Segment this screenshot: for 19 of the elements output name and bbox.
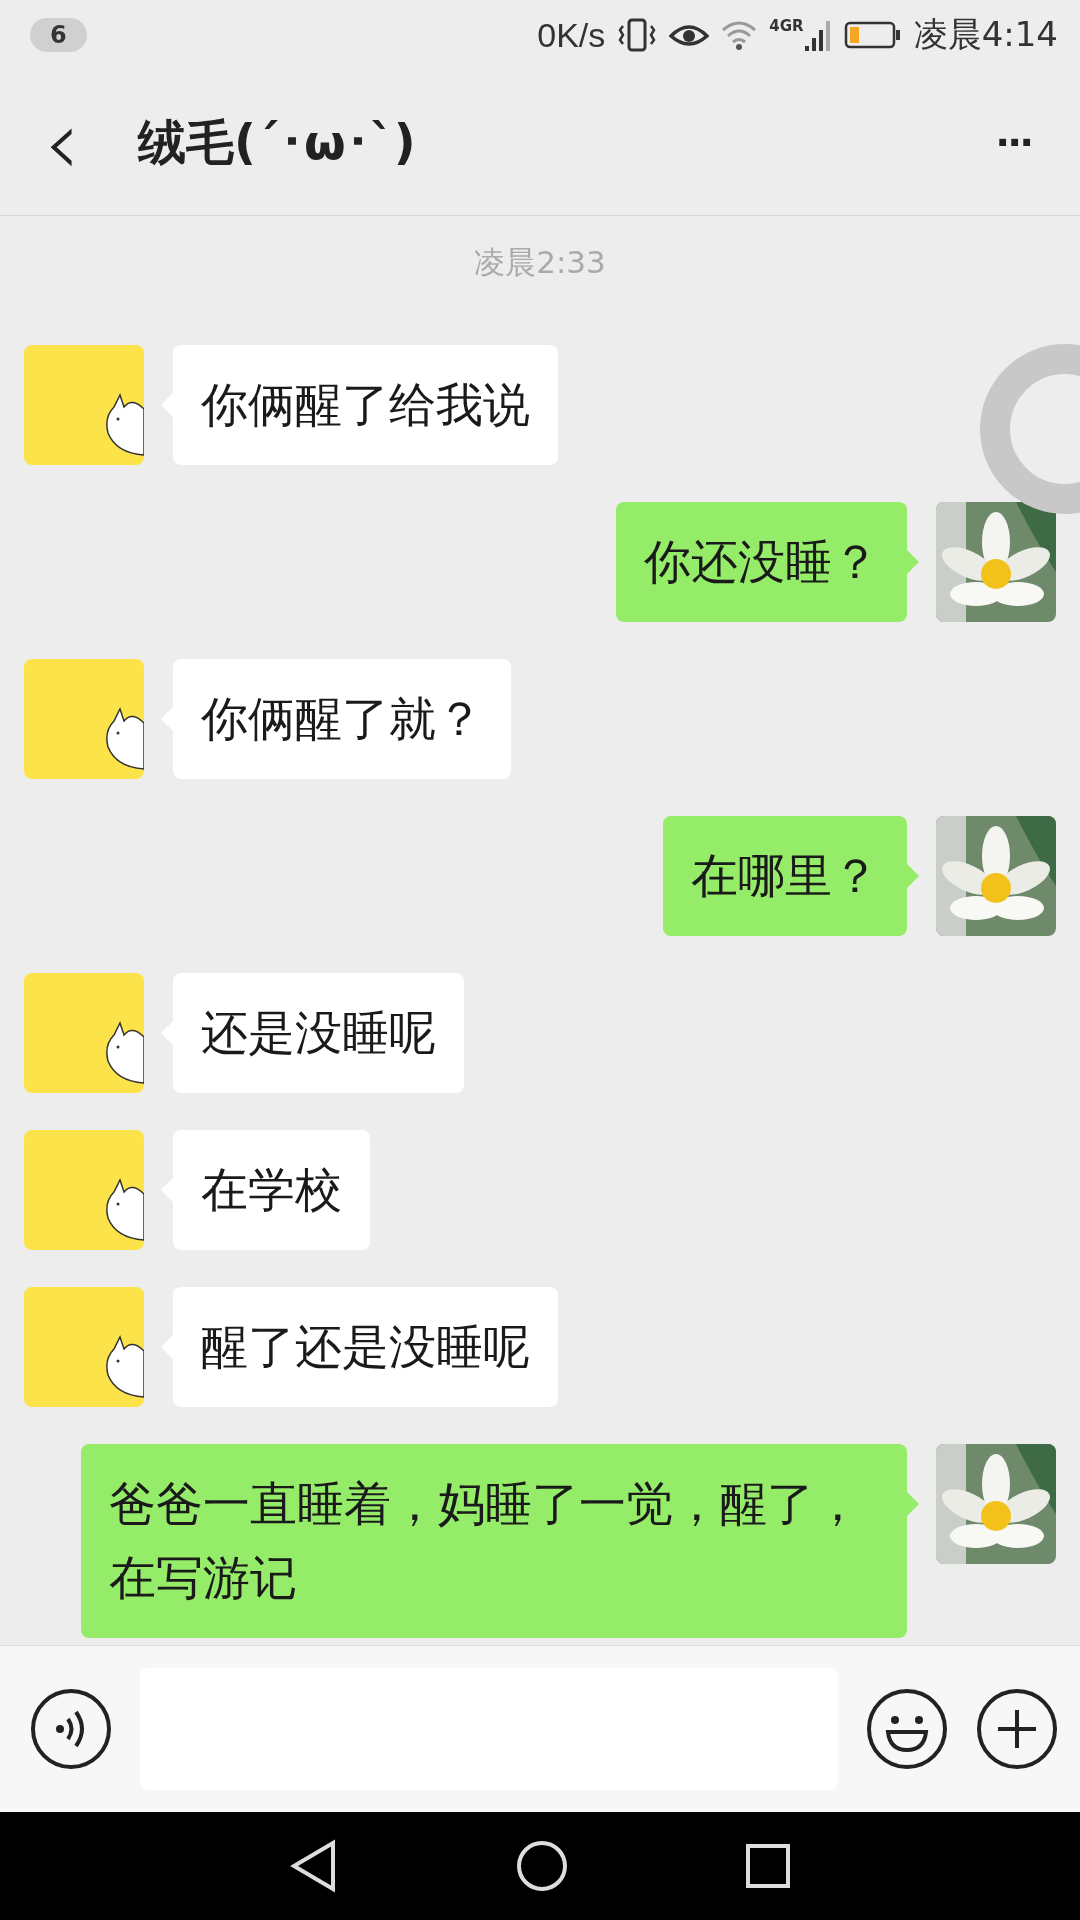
ring-icon [978, 343, 1080, 515]
notification-badge: 6 [30, 18, 87, 52]
network-label: 4G [769, 18, 793, 34]
signal-icon [803, 18, 832, 52]
back-button[interactable]: ‹ [34, 97, 90, 188]
vibrate-icon [617, 18, 658, 52]
clock: 凌晨4:14 [913, 13, 1058, 56]
net-speed: 0K/s [537, 15, 606, 55]
add-button[interactable] [976, 1688, 1058, 1770]
wifi-icon [721, 20, 758, 50]
voice-button[interactable] [30, 1688, 112, 1770]
roaming-label: R [792, 18, 804, 34]
timestamp: 凌晨2:33 [474, 244, 606, 280]
chat-title: 绒毛(´･ω･`) [138, 112, 417, 172]
more-button[interactable]: ··· [988, 115, 1040, 170]
recents-nav-button[interactable] [745, 1843, 792, 1889]
emoji-button[interactable] [866, 1688, 948, 1770]
battery-icon [843, 20, 902, 50]
home-nav-button[interactable] [516, 1840, 568, 1892]
